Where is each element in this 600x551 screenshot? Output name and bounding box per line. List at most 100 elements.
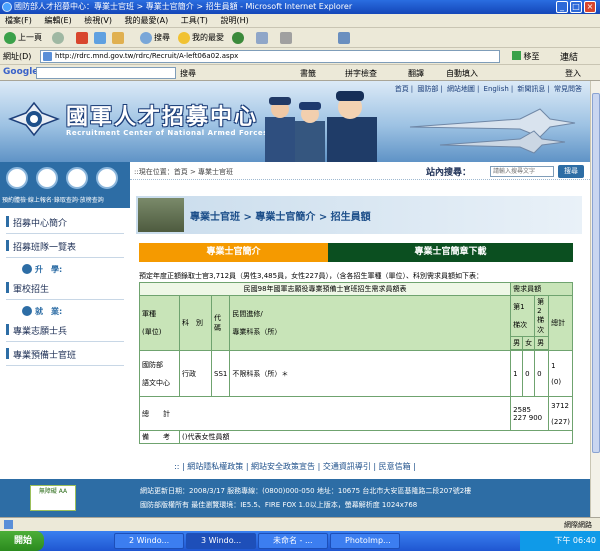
messenger-button[interactable] bbox=[338, 31, 350, 45]
browser-toolbar: 上一頁 搜尋 我的最愛 bbox=[0, 28, 600, 48]
google-toolbar: Google 搜尋 書籤 拼字檢查 翻譯 自動填入 登入 bbox=[0, 65, 600, 81]
window-titlebar[interactable]: 國防部人才招募中心：專業士官班 > 專業士官簡介 > 招生員額 - Micros… bbox=[0, 0, 600, 14]
cell-m2: 0 bbox=[534, 350, 550, 397]
system-tray: 下午 06:40 bbox=[520, 531, 600, 551]
media-icon bbox=[232, 32, 244, 44]
minimize-button[interactable]: _ bbox=[556, 1, 568, 13]
taskbar-item-photoimpact[interactable]: PhotoImp... bbox=[330, 533, 400, 549]
google-logo: Google bbox=[3, 67, 39, 77]
start-button[interactable]: 開始 bbox=[0, 531, 44, 551]
mail-button[interactable] bbox=[256, 31, 268, 45]
cell-m1: 1 bbox=[510, 350, 524, 397]
nav-section-employment: 就 業: bbox=[22, 306, 62, 317]
menu-tools[interactable]: 工具(T) bbox=[176, 14, 213, 28]
forward-button[interactable] bbox=[52, 31, 64, 45]
toplink-sitemap[interactable]: 網站地圖 bbox=[445, 85, 477, 93]
bookmarks-button[interactable]: 書籤 bbox=[300, 68, 316, 79]
nav-section-promotion: 升 學: bbox=[22, 264, 62, 275]
cell-total: 1 (0) bbox=[548, 350, 573, 397]
nav-item-reserve-nco[interactable]: 專業預備士官班 bbox=[6, 346, 124, 366]
breadcrumb: ::現在位置：首頁 > 專業士官班 bbox=[134, 168, 234, 176]
cell-note-label: 備 考 bbox=[139, 430, 180, 444]
cell-sum-total: 3712 (227) bbox=[548, 396, 573, 431]
autofill-button[interactable]: 自動填入 bbox=[446, 68, 478, 79]
footer-links[interactable]: :: | 網站隱私權政策 | 網站安全政策宣告 | 交通資訊導引 | 民意信箱 … bbox=[0, 461, 590, 475]
medical-check-icon[interactable] bbox=[6, 167, 28, 189]
quick-service-bar: 預約體檢‧線上報名‧錄取查詢‧放榜查詢 bbox=[0, 162, 130, 208]
back-button[interactable]: 上一頁 bbox=[4, 31, 42, 45]
online-signup-icon[interactable] bbox=[36, 167, 58, 189]
header-dept: 民間進修/專業科系（所） bbox=[229, 295, 512, 351]
refresh-icon bbox=[94, 32, 106, 44]
toplink-news[interactable]: 新聞訊息 bbox=[515, 85, 547, 93]
toplink-english[interactable]: English bbox=[482, 85, 511, 93]
clock[interactable]: 下午 06:40 bbox=[554, 536, 596, 545]
address-input[interactable]: http://rdrc.mnd.gov.tw/rdrc/Recruit/A-le… bbox=[40, 50, 500, 63]
scroll-thumb[interactable] bbox=[592, 93, 600, 453]
admission-query-icon[interactable] bbox=[66, 167, 88, 189]
tab-brochure-download[interactable]: 專業士官簡章下載 bbox=[328, 243, 573, 262]
header-male-2: 男 bbox=[534, 336, 550, 350]
status-bar: 網際網路 bbox=[0, 517, 600, 531]
google-search-button[interactable]: 搜尋 bbox=[180, 68, 196, 79]
nav-item-volunteer-soldier[interactable]: 專業志願士兵 bbox=[6, 322, 124, 342]
favorites-button[interactable]: 我的最愛 bbox=[178, 31, 224, 45]
cell-f1: 0 bbox=[522, 350, 536, 397]
menu-view[interactable]: 檢視(V) bbox=[79, 14, 117, 28]
site-search-label: 站內搜尋： bbox=[426, 168, 472, 178]
forward-arrow-icon bbox=[52, 32, 64, 44]
site-search-input[interactable] bbox=[490, 166, 554, 177]
search-toolbar-button[interactable]: 搜尋 bbox=[140, 31, 170, 45]
breadcrumb-bar: ::現在位置：首頁 > 專業士官班 站內搜尋： 搜尋 bbox=[130, 162, 590, 180]
print-button[interactable] bbox=[280, 31, 292, 45]
taskbar: 開始 2 Windo... 3 Windo... 未命名 - ... Photo… bbox=[0, 531, 600, 551]
nav-item-military-school[interactable]: 軍校招生 bbox=[6, 280, 124, 300]
star-icon bbox=[178, 32, 190, 44]
refresh-button[interactable] bbox=[94, 31, 106, 45]
menu-bar: 檔案(F) 編輯(E) 檢視(V) 我的最愛(A) 工具(T) 說明(H) bbox=[0, 14, 600, 28]
header-second-term: 第2 梯次 bbox=[534, 295, 550, 337]
cell-branch: 國防部 語文中心 bbox=[139, 350, 180, 397]
site-title: 國軍人才招募中心 bbox=[66, 105, 259, 130]
nav-item-recruit-list[interactable]: 招募班隊一覽表 bbox=[6, 238, 124, 258]
site-search-button[interactable]: 搜尋 bbox=[558, 165, 584, 178]
address-bar: 網址(D) http://rdrc.mnd.gov.tw/rdrc/Recrui… bbox=[0, 48, 600, 65]
menu-file[interactable]: 檔案(F) bbox=[0, 14, 37, 28]
vertical-scrollbar[interactable] bbox=[590, 81, 600, 517]
taskbar-item-untitled[interactable]: 未命名 - ... bbox=[258, 533, 328, 549]
results-query-icon[interactable] bbox=[96, 167, 118, 189]
site-header: 首頁 | 國防部 | 網站地圖 | English | 新聞訊息 | 常見問答 國軍人才招… bbox=[0, 81, 590, 162]
tab-nco-intro[interactable]: 專業士官簡介 bbox=[139, 243, 328, 262]
google-search-input[interactable] bbox=[36, 67, 176, 79]
media-button[interactable] bbox=[232, 31, 244, 45]
menu-favorites[interactable]: 我的最愛(A) bbox=[120, 14, 174, 28]
soldier-banner-image bbox=[138, 198, 184, 232]
login-button[interactable]: 登入 bbox=[565, 68, 581, 79]
translate-button[interactable]: 翻譯 bbox=[408, 68, 424, 79]
stop-button[interactable] bbox=[76, 31, 88, 45]
menu-help[interactable]: 說明(H) bbox=[215, 14, 253, 28]
accessibility-badge[interactable]: 無障礙 AA bbox=[30, 485, 76, 511]
menu-edit[interactable]: 編輯(E) bbox=[39, 14, 76, 28]
go-button[interactable]: 移至 bbox=[512, 51, 540, 62]
footer-info-1: 網站更新日期：2008/3/17 服務專線：(0800)000-050 地址：1… bbox=[140, 487, 472, 495]
home-button[interactable] bbox=[112, 31, 124, 45]
cell-code: SS1 bbox=[210, 350, 231, 397]
toplink-faq[interactable]: 常見問答 bbox=[552, 85, 584, 93]
nav-item-center-intro[interactable]: 招募中心簡介 bbox=[6, 214, 124, 234]
links-button[interactable]: 連結 bbox=[560, 50, 578, 63]
close-button[interactable]: × bbox=[584, 1, 596, 13]
cell-sum-values: 2585 227 900 bbox=[510, 396, 550, 431]
page-icon bbox=[43, 52, 52, 61]
taskbar-item-windows-1[interactable]: 2 Windo... bbox=[114, 533, 184, 549]
quota-table: 民國98年國軍志願役專業預備士官班招生需求員額表 需求員額 軍種 (單位) 科 別… bbox=[138, 282, 573, 444]
table-note-row: 備 考 ()代表女性員額 bbox=[139, 430, 573, 444]
spellcheck-button[interactable]: 拼字檢查 bbox=[345, 68, 377, 79]
taskbar-item-windows-2[interactable]: 3 Windo... bbox=[186, 533, 256, 549]
printer-icon bbox=[280, 32, 292, 44]
toplink-home[interactable]: 首頁 bbox=[393, 85, 411, 93]
header-first-term: 第1 梯次 bbox=[510, 295, 536, 337]
maximize-button[interactable]: □ bbox=[570, 1, 582, 13]
table-row: 國防部 語文中心 行政 SS1 不限科系（所）＊ 1 0 0 1 (0) bbox=[139, 350, 573, 397]
toplink-mnd[interactable]: 國防部 bbox=[415, 85, 440, 93]
